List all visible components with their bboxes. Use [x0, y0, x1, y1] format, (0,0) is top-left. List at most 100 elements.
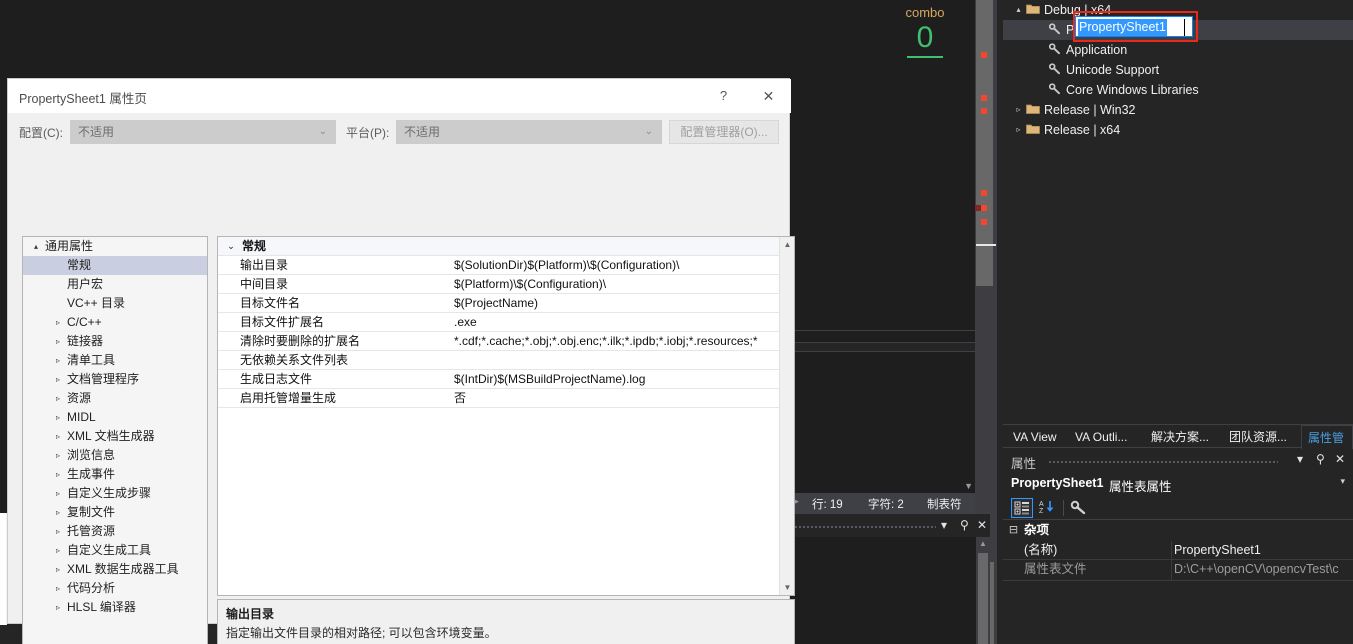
category-tree-item[interactable]: ▹ 代码分析: [23, 579, 207, 598]
chevron-down-icon[interactable]: ⌄: [224, 237, 238, 256]
property-manager-tree-item[interactable]: Application: [1003, 40, 1353, 60]
collapsed-triangle-icon[interactable]: ▹: [51, 541, 65, 560]
category-tree-item[interactable]: ▹ 复制文件: [23, 503, 207, 522]
category-tree-item[interactable]: ▹ C/C++: [23, 313, 207, 332]
properties-row[interactable]: 属性表文件 D:\C++\openCV\opencvTest\c: [1003, 560, 1353, 579]
close-button[interactable]: ✕: [746, 79, 791, 113]
property-row[interactable]: 清除时要删除的扩展名 *.cdf;*.cache;*.obj;*.obj.enc;…: [218, 332, 794, 351]
chevron-down-icon[interactable]: ▾: [1340, 476, 1345, 487]
collapsed-triangle-icon[interactable]: ▹: [51, 351, 65, 370]
property-value[interactable]: .exe: [454, 313, 477, 332]
collapsed-triangle-icon[interactable]: ▹: [1012, 100, 1025, 120]
lower-pane-body[interactable]: [786, 537, 976, 644]
category-tree-item[interactable]: ▹ MIDL: [23, 408, 207, 427]
category-tree[interactable]: ▴ 通用属性 常规 用户宏 VC++ 目录 ▹ C/C++ ▹ 链接器 ▹ 清单工具 ▹ 文档管理程序 ▹…: [22, 236, 208, 644]
drag-dots[interactable]: [1048, 460, 1278, 463]
rename-input[interactable]: PropertySheet1: [1075, 16, 1193, 37]
category-tree-item[interactable]: 常规: [23, 256, 207, 275]
error-marker[interactable]: [981, 95, 987, 101]
dock-tab[interactable]: 属性管理器: [1301, 425, 1353, 469]
category-tree-item[interactable]: ▴ 通用属性: [23, 237, 207, 256]
collapsed-triangle-icon[interactable]: ▹: [51, 484, 65, 503]
category-tree-item[interactable]: ▹ HLSL 编译器: [23, 598, 207, 617]
collapsed-triangle-icon[interactable]: ▹: [51, 408, 65, 427]
collapsed-triangle-icon[interactable]: ▹: [51, 313, 65, 332]
help-button[interactable]: ?: [701, 79, 746, 113]
chevron-down-icon[interactable]: ▾: [1297, 452, 1303, 466]
properties-row-value[interactable]: D:\C++\openCV\opencvTest\c: [1174, 560, 1339, 579]
property-value[interactable]: *.cdf;*.cache;*.obj;*.obj.enc;*.ilk;*.ip…: [454, 332, 758, 351]
category-tree-item[interactable]: ▹ 清单工具: [23, 351, 207, 370]
property-value[interactable]: $(IntDir)$(MSBuildProjectName).log: [454, 370, 645, 389]
category-tree-item[interactable]: ▹ 自定义生成步骤: [23, 484, 207, 503]
dock-tab[interactable]: 解决方案...: [1145, 425, 1215, 449]
scrollbar-thumb[interactable]: [978, 553, 988, 644]
close-icon[interactable]: ✕: [977, 518, 987, 532]
error-marker[interactable]: [981, 108, 987, 114]
collapsed-triangle-icon[interactable]: ▹: [51, 332, 65, 351]
platform-combobox[interactable]: 不适用 ⌄: [396, 120, 662, 144]
property-value[interactable]: $(ProjectName): [454, 294, 538, 313]
category-tree-item[interactable]: ▹ 文档管理程序: [23, 370, 207, 389]
configuration-manager-button[interactable]: 配置管理器(O)...: [669, 120, 779, 144]
scroll-down-arrow-icon[interactable]: ▼: [964, 481, 973, 491]
property-row[interactable]: 无依赖关系文件列表: [218, 351, 794, 370]
properties-row-value[interactable]: PropertySheet1: [1174, 541, 1261, 560]
property-manager-tree-item[interactable]: Core Windows Libraries: [1003, 80, 1353, 100]
collapsed-triangle-icon[interactable]: ▹: [51, 598, 65, 617]
property-manager-tree[interactable]: ▴Debug | x64PropertySheet1ApplicationUni…: [1003, 0, 1353, 424]
category-tree-item[interactable]: ▹ 生成事件: [23, 465, 207, 484]
collapse-minus-icon[interactable]: ⊟: [1007, 520, 1020, 541]
category-tree-item[interactable]: ▹ 浏览信息: [23, 446, 207, 465]
property-group-header[interactable]: ⌄ 常规: [218, 237, 794, 256]
property-grid-scrollbar[interactable]: ▲ ▼: [779, 237, 794, 595]
collapsed-triangle-icon[interactable]: ▹: [1012, 120, 1025, 140]
property-value[interactable]: 否: [454, 389, 466, 408]
property-row[interactable]: 目标文件名 $(ProjectName): [218, 294, 794, 313]
drag-dots[interactable]: [786, 525, 936, 528]
lower-pane-scrollbar[interactable]: ▲: [976, 537, 990, 644]
property-pages-icon[interactable]: [1069, 498, 1091, 518]
category-tree-item[interactable]: ▹ 链接器: [23, 332, 207, 351]
collapsed-triangle-icon[interactable]: ▹: [51, 370, 65, 389]
dock-tab[interactable]: VA View: [1007, 425, 1063, 449]
property-row[interactable]: 生成日志文件 $(IntDir)$(MSBuildProjectName).log: [218, 370, 794, 389]
category-tree-item[interactable]: ▹ XML 数据生成器工具: [23, 560, 207, 579]
property-row[interactable]: 中间目录 $(Platform)\$(Configuration)\: [218, 275, 794, 294]
collapsed-triangle-icon[interactable]: ▹: [51, 579, 65, 598]
dock-tab[interactable]: 团队资源...: [1223, 425, 1293, 449]
config-combobox[interactable]: 不适用 ⌄: [70, 120, 336, 144]
category-tree-item[interactable]: ▹ 资源: [23, 389, 207, 408]
category-tree-item[interactable]: ▹ 托管资源: [23, 522, 207, 541]
property-manager-tree-item[interactable]: ▹ Release | Win32: [1003, 100, 1353, 120]
property-manager-tree-item[interactable]: Unicode Support: [1003, 60, 1353, 80]
dock-tab-strip[interactable]: VA ViewVA Outli... 解决方案... 团队资源... 属性管理器: [1003, 424, 1353, 469]
scroll-down-arrow-icon[interactable]: ▼: [780, 580, 794, 595]
error-marker[interactable]: [981, 219, 987, 225]
pin-icon[interactable]: ⚲: [1316, 452, 1325, 466]
category-tree-item[interactable]: VC++ 目录: [23, 294, 207, 313]
error-marker[interactable]: [981, 205, 987, 211]
collapsed-triangle-icon[interactable]: ▹: [51, 560, 65, 579]
scroll-up-arrow-icon[interactable]: ▲: [780, 237, 794, 252]
properties-object-selector[interactable]: PropertySheet1 属性表属性 ▾: [1003, 472, 1353, 496]
output-pane-body[interactable]: ▼: [786, 352, 975, 493]
expanded-triangle-icon[interactable]: ▴: [1012, 0, 1025, 20]
collapsed-triangle-icon[interactable]: ▹: [51, 465, 65, 484]
collapsed-triangle-icon[interactable]: ▹: [51, 522, 65, 541]
collapsed-triangle-icon[interactable]: ▹: [51, 446, 65, 465]
property-row[interactable]: 启用托管增量生成 否: [218, 389, 794, 408]
close-icon[interactable]: ✕: [1335, 452, 1345, 466]
collapsed-triangle-icon[interactable]: ▹: [51, 389, 65, 408]
error-marker[interactable]: [981, 52, 987, 58]
property-manager-tree-item[interactable]: ▹ Release | x64: [1003, 120, 1353, 140]
properties-grid[interactable]: ⊟ 杂项 (名称) PropertySheet1 属性表文件 D:\C++\openCV\…: [1003, 520, 1353, 644]
categorized-icon[interactable]: [1011, 498, 1033, 518]
category-tree-item[interactable]: 用户宏: [23, 275, 207, 294]
category-tree-item[interactable]: ▹ 自定义生成工具: [23, 541, 207, 560]
dock-tab[interactable]: VA Outli...: [1069, 425, 1133, 449]
property-value[interactable]: $(Platform)\$(Configuration)\: [454, 275, 606, 294]
property-grid[interactable]: ⌄ 常规 输出目录 $(SolutionDir)$(Platform)\$(Confi…: [217, 236, 795, 596]
properties-row[interactable]: (名称) PropertySheet1: [1003, 541, 1353, 560]
property-row[interactable]: 输出目录 $(SolutionDir)$(Platform)\$(Configur…: [218, 256, 794, 275]
